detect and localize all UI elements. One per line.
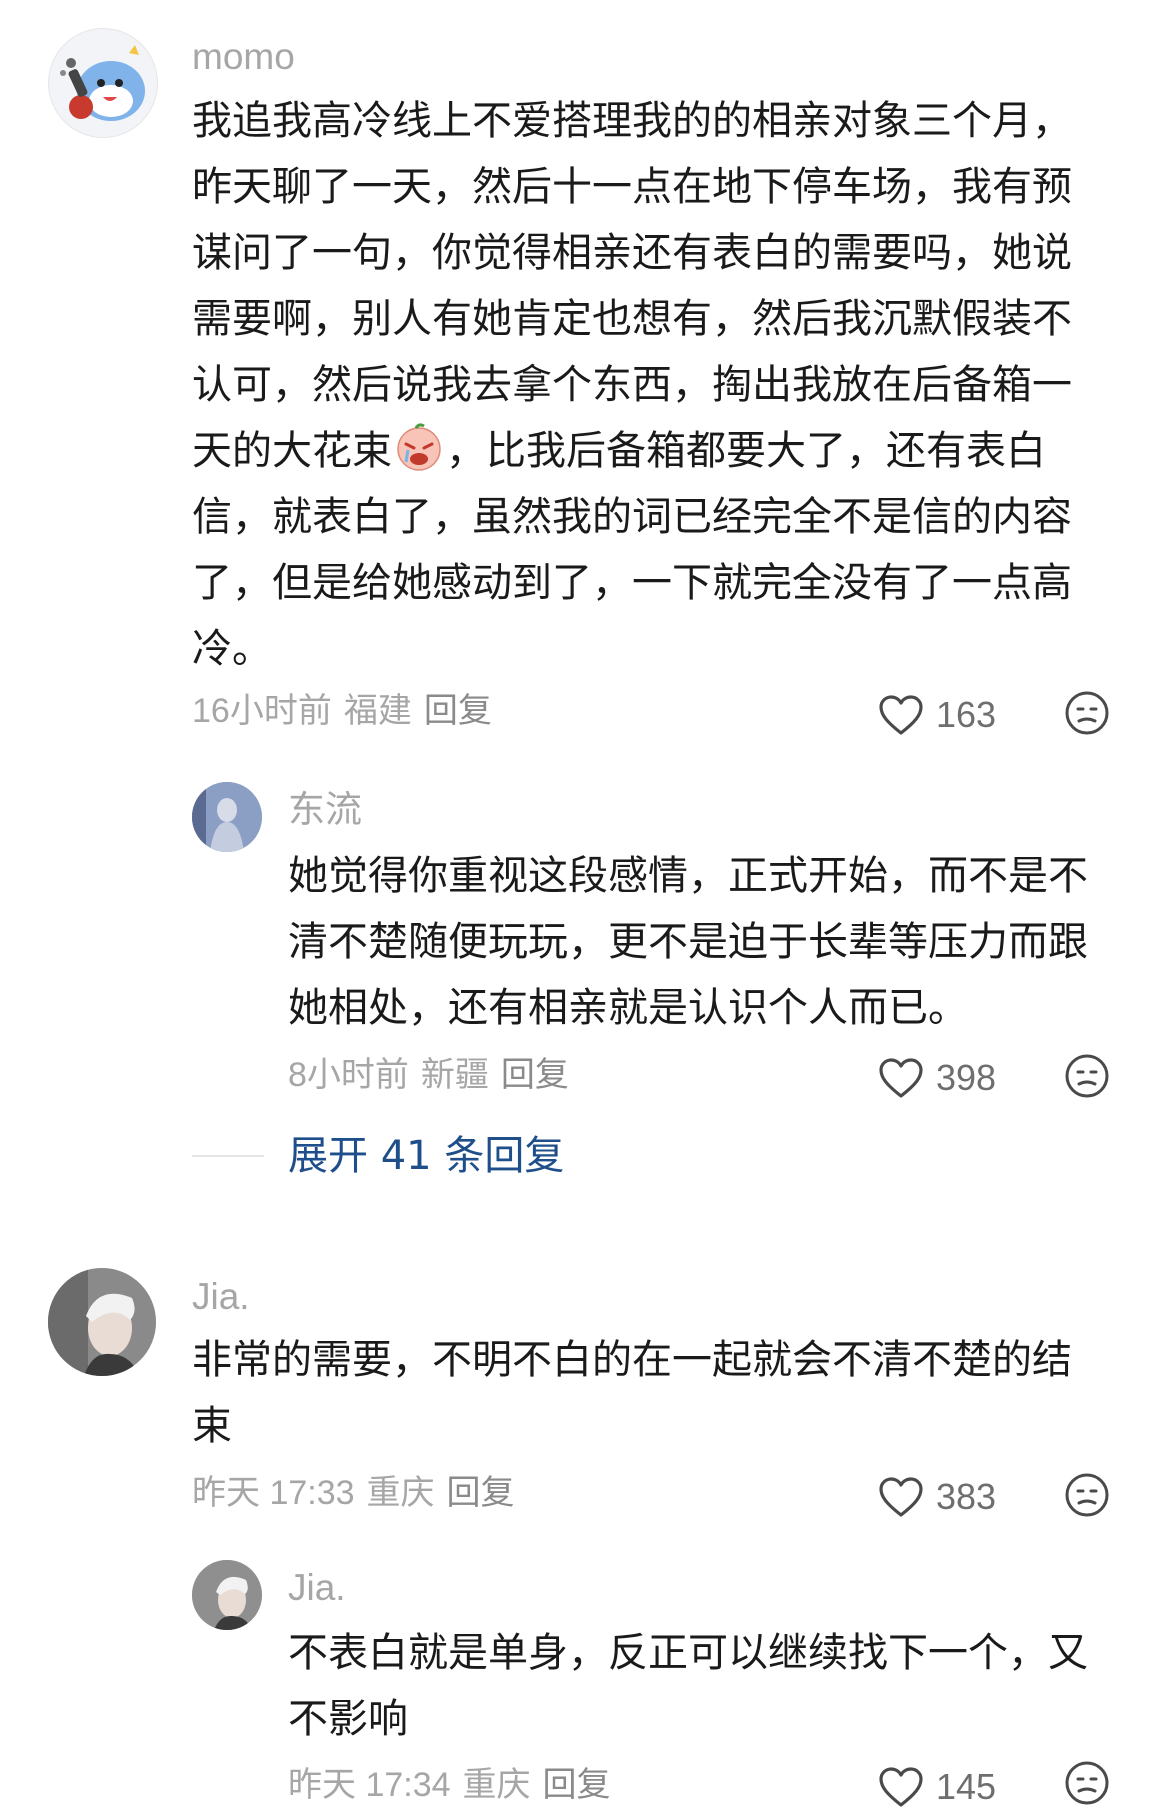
reply-time: 昨天 17:34 (288, 1766, 451, 1804)
comment-meta: 16小时前 福建 回复 (192, 694, 504, 728)
reply-time: 8小时前 (288, 1056, 409, 1094)
unhappy-face-icon (1065, 1054, 1109, 1098)
reply-location: 重庆 (462, 1766, 531, 1804)
comment-username[interactable]: momo (192, 38, 295, 75)
reply-username[interactable]: Jia. (288, 1569, 346, 1606)
comment-location: 福建 (343, 692, 412, 730)
comment-text-part: 我追我高冷线上不爱搭理我的的相亲对象三个月，昨天聊了一天，然后十一点在地下停车场… (192, 98, 1072, 474)
heart-outline-icon (879, 695, 923, 735)
dislike-button[interactable] (1064, 1053, 1110, 1099)
like-count: 383 (936, 1476, 997, 1517)
avatar[interactable] (192, 1560, 262, 1630)
comment-username[interactable]: Jia. (192, 1278, 250, 1315)
unhappy-face-icon (1065, 691, 1109, 735)
reply-button[interactable]: 回复 (543, 1766, 611, 1804)
reply-button[interactable]: 回复 (501, 1056, 569, 1094)
comment-time: 昨天 17:33 (192, 1474, 355, 1512)
like-button[interactable]: 383 (878, 1472, 996, 1522)
expand-replies-button[interactable]: 展开 41 条回复 (288, 1136, 564, 1176)
avatar[interactable] (48, 28, 158, 138)
reply-meta: 昨天 17:34 重庆 回复 (288, 1768, 623, 1802)
comment-text: 非常的需要，不明不白的在一起就会不清不楚的结束 (192, 1337, 1072, 1449)
like-count: 163 (936, 694, 997, 735)
like-count: 145 (936, 1766, 997, 1807)
reply-button[interactable]: 回复 (447, 1474, 515, 1512)
avatar[interactable] (192, 782, 262, 852)
reply-location: 新疆 (420, 1056, 489, 1094)
reply-text: 她觉得你重视这段感情，正式开始，而不是不清不楚随便玩玩，更不是迫于长辈等压力而跟… (288, 853, 1088, 1031)
comment-text: 我追我高冷线上不爱搭理我的的相亲对象三个月，昨天聊了一天，然后十一点在地下停车场… (192, 88, 1102, 682)
crying-face-emoji (394, 422, 444, 472)
dislike-button[interactable] (1064, 1472, 1110, 1518)
dislike-button[interactable] (1064, 1760, 1110, 1806)
like-count: 398 (936, 1057, 997, 1098)
heart-outline-icon (879, 1767, 923, 1807)
comment-location: 重庆 (366, 1474, 435, 1512)
like-button[interactable]: 145 (878, 1762, 996, 1812)
comment-meta: 昨天 17:33 重庆 回复 (192, 1476, 527, 1510)
like-button[interactable]: 398 (878, 1053, 996, 1103)
heart-outline-icon (879, 1477, 923, 1517)
reply-text: 不表白就是单身，反正可以继续找下一个，又不影响 (288, 1630, 1088, 1742)
divider (192, 1155, 264, 1157)
reply-button[interactable]: 回复 (424, 692, 492, 730)
reply-username[interactable]: 东流 (288, 791, 362, 828)
unhappy-face-icon (1065, 1473, 1109, 1517)
dislike-button[interactable] (1064, 690, 1110, 736)
avatar[interactable] (48, 1268, 156, 1376)
heart-outline-icon (879, 1058, 923, 1098)
reply-meta: 8小时前 新疆 回复 (288, 1058, 581, 1092)
unhappy-face-icon (1065, 1761, 1109, 1805)
comment-time: 16小时前 (192, 692, 332, 730)
like-button[interactable]: 163 (878, 690, 996, 740)
